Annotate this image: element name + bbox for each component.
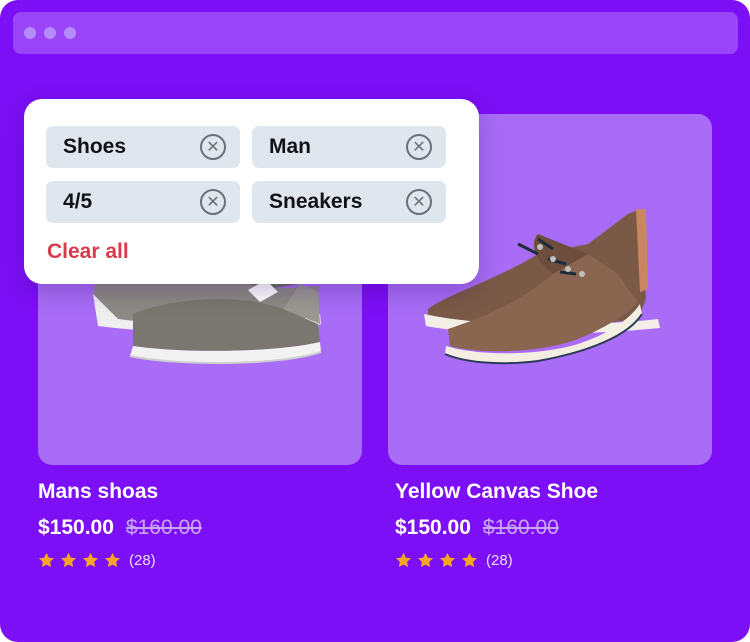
star-icon — [440, 552, 455, 568]
filter-chip-label: Shoes — [63, 135, 127, 158]
filter-chip-rating[interactable]: 4/5 ✕ — [46, 181, 240, 223]
window-dot-icon — [44, 27, 56, 39]
rating: (28) — [38, 552, 156, 569]
price-row: $150.00 $160.00 — [38, 516, 202, 540]
original-price: $160.00 — [125, 516, 202, 539]
product-name[interactable]: Mans shoas — [38, 480, 158, 504]
app-frame: Mans shoas $150.00 $160.00 (28) Yellow C… — [0, 0, 750, 642]
window-dot-icon — [24, 27, 36, 39]
price-row: $150.00 $160.00 — [395, 516, 559, 540]
star-icon — [83, 552, 98, 568]
filter-chip-label: Man — [269, 135, 311, 158]
review-count: (28) — [129, 552, 156, 569]
circle-x-icon[interactable]: ✕ — [406, 134, 432, 160]
original-price: $160.00 — [482, 516, 559, 539]
product-name[interactable]: Yellow Canvas Shoe — [395, 480, 598, 504]
circle-x-icon[interactable]: ✕ — [406, 189, 432, 215]
window-dot-icon — [64, 27, 76, 39]
browser-titlebar — [13, 12, 738, 54]
rating: (28) — [395, 552, 513, 569]
star-icon — [61, 552, 76, 568]
current-price: $150.00 — [395, 516, 471, 539]
star-icon — [396, 552, 411, 568]
star-icon — [462, 552, 477, 568]
clear-all-button[interactable]: Clear all — [47, 240, 129, 264]
filter-chip-label: 4/5 — [63, 190, 93, 213]
filter-chip-sneakers[interactable]: Sneakers ✕ — [252, 181, 446, 223]
active-filters-panel: Shoes ✕ Man ✕ 4/5 ✕ Sneakers ✕ Clear all — [24, 99, 479, 284]
filter-chip-shoes[interactable]: Shoes ✕ — [46, 126, 240, 168]
circle-x-icon[interactable]: ✕ — [200, 189, 226, 215]
review-count: (28) — [486, 552, 513, 569]
filter-chip-man[interactable]: Man ✕ — [252, 126, 446, 168]
star-icon — [418, 552, 433, 568]
circle-x-icon[interactable]: ✕ — [200, 134, 226, 160]
filter-chip-label: Sneakers — [269, 190, 363, 213]
star-icon — [105, 552, 120, 568]
current-price: $150.00 — [38, 516, 114, 539]
star-icon — [39, 552, 54, 568]
